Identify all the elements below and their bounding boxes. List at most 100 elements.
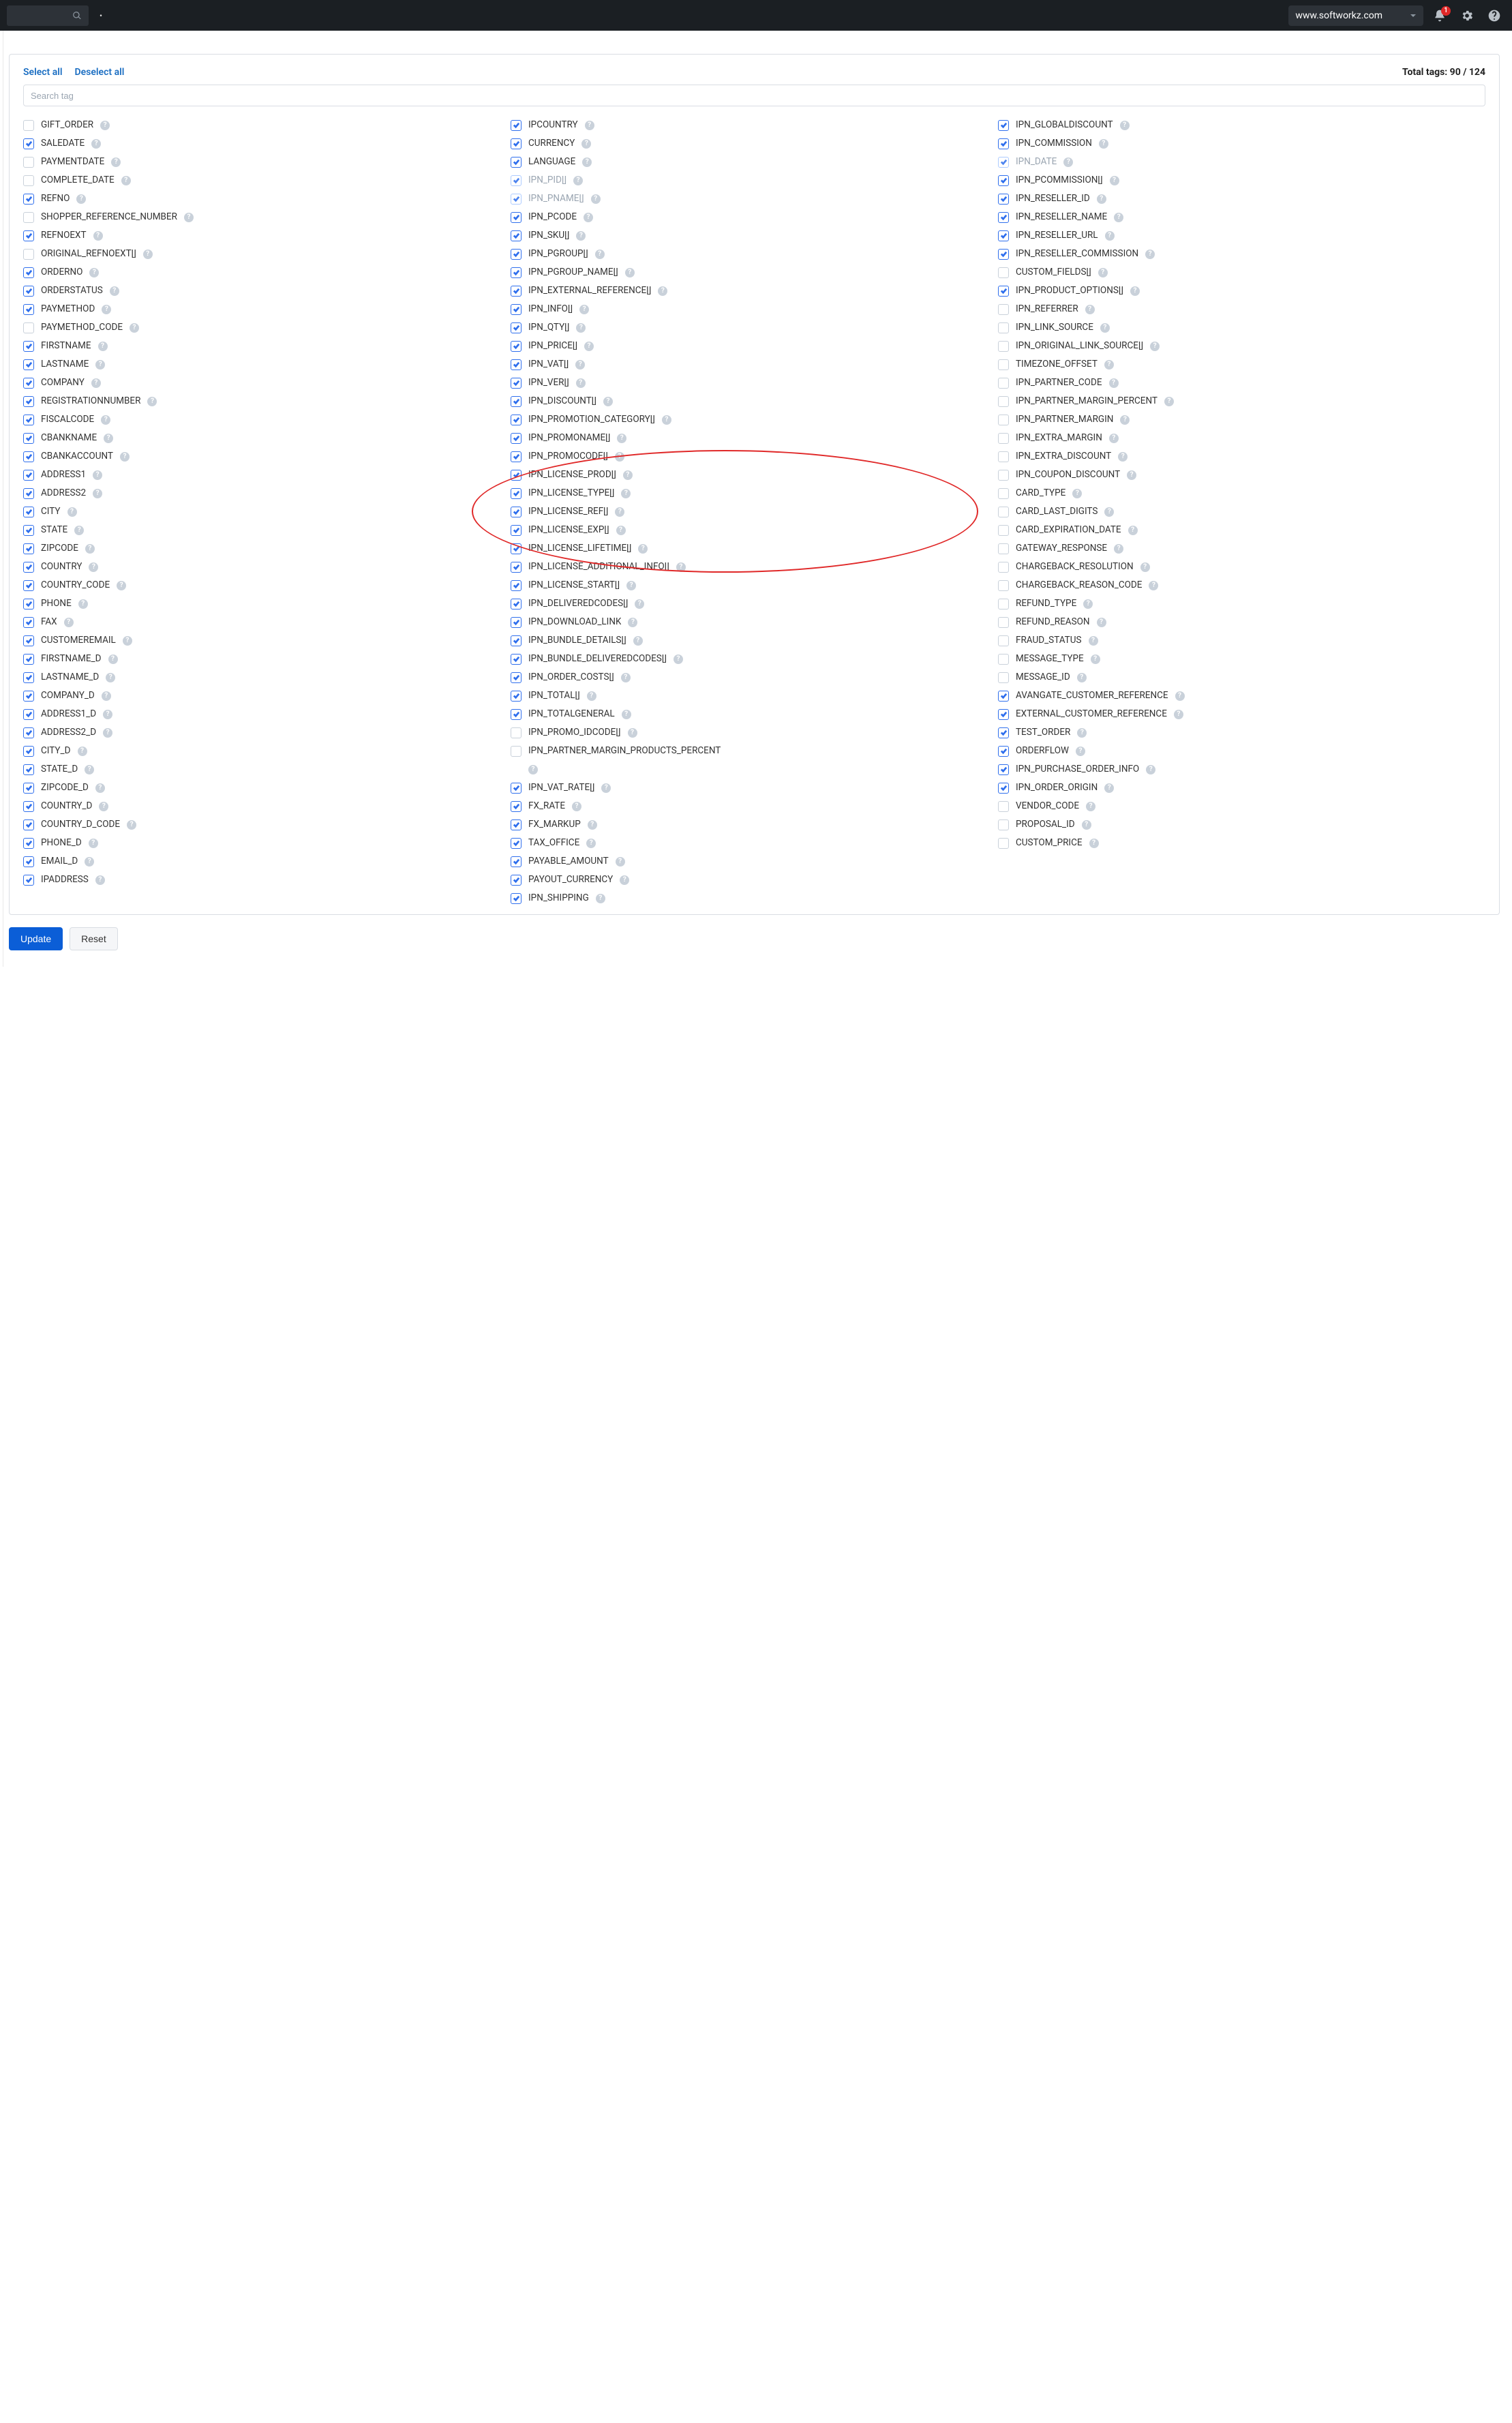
help-icon[interactable] bbox=[674, 654, 683, 664]
help-icon[interactable] bbox=[1085, 305, 1095, 314]
notifications-button[interactable]: 1 bbox=[1433, 9, 1447, 22]
help-icon[interactable] bbox=[93, 470, 102, 480]
help-icon[interactable] bbox=[576, 231, 586, 241]
help-icon[interactable] bbox=[93, 489, 102, 498]
deselect-all-link[interactable]: Deselect all bbox=[75, 67, 125, 78]
tag-checkbox[interactable] bbox=[23, 599, 34, 609]
tag-checkbox[interactable] bbox=[23, 304, 34, 315]
tag-checkbox[interactable] bbox=[23, 709, 34, 720]
help-icon[interactable] bbox=[1130, 286, 1140, 296]
help-icon[interactable] bbox=[93, 231, 103, 241]
tag-checkbox[interactable] bbox=[998, 396, 1009, 407]
search-tag-input[interactable] bbox=[23, 85, 1485, 106]
tag-checkbox[interactable] bbox=[511, 875, 521, 886]
help-icon[interactable] bbox=[626, 581, 636, 590]
tag-checkbox[interactable] bbox=[23, 415, 34, 425]
tag-checkbox[interactable] bbox=[511, 470, 521, 481]
help-icon[interactable] bbox=[95, 360, 105, 370]
tag-checkbox[interactable] bbox=[23, 727, 34, 738]
tag-checkbox[interactable] bbox=[511, 562, 521, 573]
help-icon[interactable] bbox=[582, 157, 592, 167]
help-icon[interactable] bbox=[586, 839, 596, 848]
help-icon[interactable] bbox=[1097, 618, 1106, 627]
tag-checkbox[interactable] bbox=[23, 635, 34, 646]
help-icon[interactable] bbox=[78, 599, 88, 609]
help-icon[interactable] bbox=[623, 470, 633, 480]
help-icon[interactable] bbox=[1109, 434, 1119, 443]
help-icon[interactable] bbox=[184, 213, 194, 222]
help-icon[interactable] bbox=[89, 268, 99, 277]
help-button[interactable] bbox=[1487, 9, 1501, 22]
help-icon[interactable] bbox=[1083, 599, 1093, 609]
help-icon[interactable] bbox=[104, 434, 113, 443]
help-icon[interactable] bbox=[103, 728, 112, 738]
help-icon[interactable] bbox=[89, 839, 98, 848]
tag-checkbox[interactable] bbox=[511, 212, 521, 223]
help-icon[interactable] bbox=[1114, 544, 1123, 554]
tag-checkbox[interactable] bbox=[23, 507, 34, 517]
help-icon[interactable] bbox=[615, 507, 624, 517]
help-icon[interactable] bbox=[638, 544, 648, 554]
help-icon[interactable] bbox=[1175, 691, 1185, 701]
tag-checkbox[interactable] bbox=[23, 138, 34, 149]
tag-checkbox[interactable] bbox=[511, 893, 521, 904]
tag-checkbox[interactable] bbox=[998, 838, 1009, 849]
help-icon[interactable] bbox=[85, 765, 94, 774]
help-icon[interactable] bbox=[1118, 452, 1128, 462]
help-icon[interactable] bbox=[528, 765, 538, 774]
help-icon[interactable] bbox=[1150, 342, 1160, 351]
tag-checkbox[interactable] bbox=[511, 230, 521, 241]
tag-checkbox[interactable] bbox=[511, 378, 521, 389]
tag-checkbox[interactable] bbox=[23, 617, 34, 628]
help-icon[interactable] bbox=[633, 636, 643, 646]
tag-checkbox[interactable] bbox=[998, 194, 1009, 205]
help-icon[interactable] bbox=[662, 415, 671, 425]
help-icon[interactable] bbox=[147, 397, 157, 406]
tag-checkbox[interactable] bbox=[23, 838, 34, 849]
help-icon[interactable] bbox=[110, 286, 119, 296]
help-icon[interactable] bbox=[1127, 470, 1136, 480]
tag-checkbox[interactable] bbox=[23, 875, 34, 886]
help-icon[interactable] bbox=[85, 544, 95, 554]
tag-checkbox[interactable] bbox=[23, 212, 34, 223]
tag-checkbox[interactable] bbox=[511, 415, 521, 425]
tag-checkbox[interactable] bbox=[998, 691, 1009, 702]
help-icon[interactable] bbox=[1097, 194, 1106, 204]
site-selector[interactable]: www.softworkz.com bbox=[1288, 5, 1423, 26]
help-icon[interactable] bbox=[67, 507, 77, 517]
tag-checkbox[interactable] bbox=[998, 212, 1009, 223]
help-icon[interactable] bbox=[621, 673, 631, 682]
help-icon[interactable] bbox=[601, 783, 611, 793]
help-icon[interactable] bbox=[588, 820, 597, 830]
help-icon[interactable] bbox=[102, 691, 111, 701]
tag-checkbox[interactable] bbox=[23, 672, 34, 683]
tag-checkbox[interactable] bbox=[511, 341, 521, 352]
help-icon[interactable] bbox=[1120, 121, 1130, 130]
help-icon[interactable] bbox=[621, 489, 631, 498]
tag-checkbox[interactable] bbox=[998, 249, 1009, 260]
tag-checkbox[interactable] bbox=[511, 727, 521, 738]
help-icon[interactable] bbox=[581, 139, 591, 149]
tag-checkbox[interactable] bbox=[511, 617, 521, 628]
settings-button[interactable] bbox=[1460, 9, 1474, 22]
tag-checkbox[interactable] bbox=[23, 543, 34, 554]
help-icon[interactable] bbox=[100, 121, 110, 130]
tag-checkbox[interactable] bbox=[998, 415, 1009, 425]
tag-checkbox[interactable] bbox=[998, 727, 1009, 738]
tag-checkbox[interactable] bbox=[511, 451, 521, 462]
select-all-link[interactable]: Select all bbox=[23, 67, 63, 78]
tag-checkbox[interactable] bbox=[511, 433, 521, 444]
tag-checkbox[interactable] bbox=[998, 746, 1009, 757]
tag-checkbox[interactable] bbox=[23, 341, 34, 352]
tag-checkbox[interactable] bbox=[998, 819, 1009, 830]
help-icon[interactable] bbox=[1100, 323, 1110, 333]
tag-checkbox[interactable] bbox=[998, 764, 1009, 775]
help-icon[interactable] bbox=[1164, 397, 1174, 406]
tag-checkbox[interactable] bbox=[23, 359, 34, 370]
tag-checkbox[interactable] bbox=[511, 286, 521, 297]
tag-checkbox[interactable] bbox=[23, 175, 34, 186]
tag-checkbox[interactable] bbox=[998, 599, 1009, 609]
help-icon[interactable] bbox=[117, 581, 126, 590]
help-icon[interactable] bbox=[1099, 139, 1108, 149]
tag-checkbox[interactable] bbox=[998, 120, 1009, 131]
